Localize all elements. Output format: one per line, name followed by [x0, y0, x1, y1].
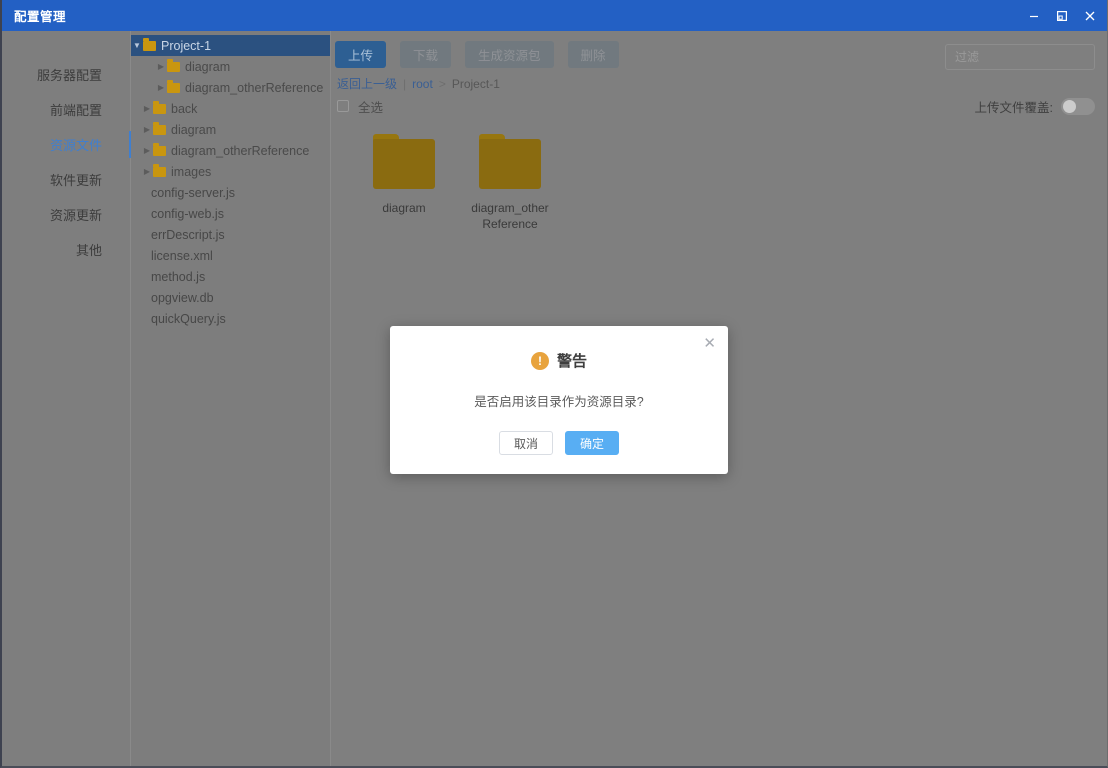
select-all-label: 全选	[358, 100, 384, 115]
tree-row-label: back	[171, 101, 198, 116]
tree-row[interactable]: method.js	[131, 266, 330, 287]
sidebar-item-software-update[interactable]: 软件更新	[2, 162, 130, 197]
tree-row[interactable]: ▶ diagram	[131, 119, 330, 140]
overwrite-toggle-group: 上传文件覆盖:	[975, 97, 1095, 116]
upload-button[interactable]: 上传	[335, 41, 387, 68]
build-resource-package-button[interactable]: 生成资源包	[465, 41, 554, 68]
tree-row[interactable]: ▶ diagram_otherReference	[131, 77, 330, 98]
tree-row[interactable]: opgview.db	[131, 287, 330, 308]
sidebar-item-resource-update[interactable]: 资源更新	[2, 197, 130, 232]
window-controls	[1021, 3, 1103, 29]
tree-row-label: Project-1	[161, 38, 212, 53]
dialog-actions: 取消 确定	[390, 431, 728, 455]
folder-icon	[153, 163, 166, 177]
tree-row[interactable]: license.xml	[131, 245, 330, 266]
tree-row-label: config-server.js	[151, 185, 236, 200]
tree-row[interactable]: ▶ back	[131, 98, 330, 119]
warning-icon: !	[530, 351, 549, 370]
folder-icon	[153, 121, 166, 135]
tree-row-label: diagram	[185, 59, 231, 74]
tree-row-label: diagram	[171, 122, 217, 137]
selection-bar: 全选 上传文件覆盖:	[331, 93, 1107, 119]
overwrite-toggle[interactable]	[1061, 97, 1095, 115]
cancel-button[interactable]: 取消	[498, 431, 553, 455]
tree-row[interactable]: ▶ diagram	[131, 56, 330, 77]
tree-row-label: opgview.db	[151, 290, 214, 305]
breadcrumb-current: Project-1	[451, 76, 500, 91]
tree-row[interactable]: config-web.js	[131, 203, 330, 224]
sidebar-item-server-config[interactable]: 服务器配置	[2, 57, 130, 92]
tree-row-label: license.xml	[151, 248, 213, 263]
tree-row[interactable]: ▼ Project-1	[131, 35, 330, 56]
chevron-right-icon[interactable]: ▶	[155, 83, 167, 92]
close-icon[interactable]	[1077, 3, 1103, 29]
tree-row-label: config-web.js	[151, 206, 224, 221]
breadcrumb-divider: |	[403, 76, 407, 91]
overwrite-label: 上传文件覆盖:	[974, 100, 1053, 115]
window-titlebar: 配置管理	[2, 0, 1107, 31]
file-item-label: diagram	[382, 201, 426, 215]
file-tree-panel[interactable]: ▼ Project-1 ▶ diagram ▶ diagram_otherRef…	[131, 31, 331, 766]
minimize-icon[interactable]	[1021, 3, 1047, 29]
tree-row[interactable]: ▶ images	[131, 161, 330, 182]
chevron-right-icon[interactable]: ▶	[155, 62, 167, 71]
tree-row[interactable]: ▶ diagram_otherReference	[131, 140, 330, 161]
sidebar-item-resource-files[interactable]: 资源文件	[2, 127, 131, 162]
maximize-icon[interactable]	[1049, 3, 1075, 29]
breadcrumb-back-link[interactable]: 返回上一级	[337, 75, 397, 92]
folder-icon	[153, 142, 166, 156]
tree-row-label: method.js	[151, 269, 206, 284]
dialog-title: 警告	[556, 353, 587, 370]
tree-row-label: errDescript.js	[151, 227, 225, 242]
chevron-right-icon[interactable]: ▶	[141, 125, 153, 134]
folder-icon	[479, 134, 541, 189]
app-window: 配置管理 服务器配置 前端配置 资源文件 软件更新 资源更新 其他 ▼ Proj…	[0, 0, 1108, 768]
tree-row-label: images	[171, 164, 212, 179]
file-item[interactable]: diagram	[351, 134, 457, 232]
select-all-checkbox[interactable]	[337, 100, 349, 112]
file-grid: diagram diagram_otherReference	[331, 119, 1107, 232]
sidebar-item-frontend-config[interactable]: 前端配置	[2, 92, 130, 127]
breadcrumb: 返回上一级 | root > Project-1	[331, 71, 1107, 93]
dialog-header: ! 警告	[390, 326, 728, 371]
chevron-right-icon[interactable]: ▶	[141, 146, 153, 155]
tree-row-label: quickQuery.js	[151, 311, 226, 326]
sidebar-item-label: 前端配置	[49, 103, 102, 118]
download-button[interactable]: 下载	[400, 41, 452, 68]
tree-row[interactable]: errDescript.js	[131, 224, 330, 245]
chevron-right-icon[interactable]: ▶	[141, 104, 153, 113]
breadcrumb-root-link[interactable]: root	[412, 77, 433, 91]
sidebar-item-label: 服务器配置	[36, 68, 102, 83]
sidebar: 服务器配置 前端配置 资源文件 软件更新 资源更新 其他	[2, 31, 131, 766]
tree-row-label: diagram_otherReference	[185, 80, 324, 95]
window-title: 配置管理	[14, 10, 67, 24]
delete-button[interactable]: 删除	[567, 41, 619, 68]
chevron-down-icon[interactable]: ▼	[131, 41, 143, 50]
chevron-right-icon[interactable]: ▶	[141, 167, 153, 176]
folder-icon	[143, 37, 156, 51]
tree-row[interactable]: quickQuery.js	[131, 308, 330, 329]
dialog-message: 是否启用该目录作为资源目录?	[474, 395, 644, 409]
breadcrumb-separator-icon: >	[438, 76, 446, 91]
tree-row-label: diagram_otherReference	[171, 143, 310, 158]
sidebar-item-label: 其他	[75, 243, 102, 258]
folder-icon	[373, 134, 435, 189]
sidebar-item-label: 软件更新	[49, 173, 102, 188]
confirm-button[interactable]: 确定	[565, 431, 620, 455]
sidebar-item-label: 资源文件	[49, 138, 102, 153]
sidebar-item-label: 资源更新	[49, 208, 102, 223]
folder-icon	[167, 58, 180, 72]
close-icon[interactable]: ✕	[703, 336, 716, 351]
filter-input[interactable]	[945, 44, 1095, 70]
file-item[interactable]: diagram_otherReference	[457, 134, 563, 232]
file-item-label: diagram_otherReference	[471, 201, 549, 231]
sidebar-item-other[interactable]: 其他	[2, 232, 130, 267]
tree-row[interactable]: config-server.js	[131, 182, 330, 203]
warning-dialog: ✕ ! 警告 是否启用该目录作为资源目录? 取消 确定	[390, 326, 728, 474]
folder-icon	[167, 79, 180, 93]
folder-icon	[153, 100, 166, 114]
